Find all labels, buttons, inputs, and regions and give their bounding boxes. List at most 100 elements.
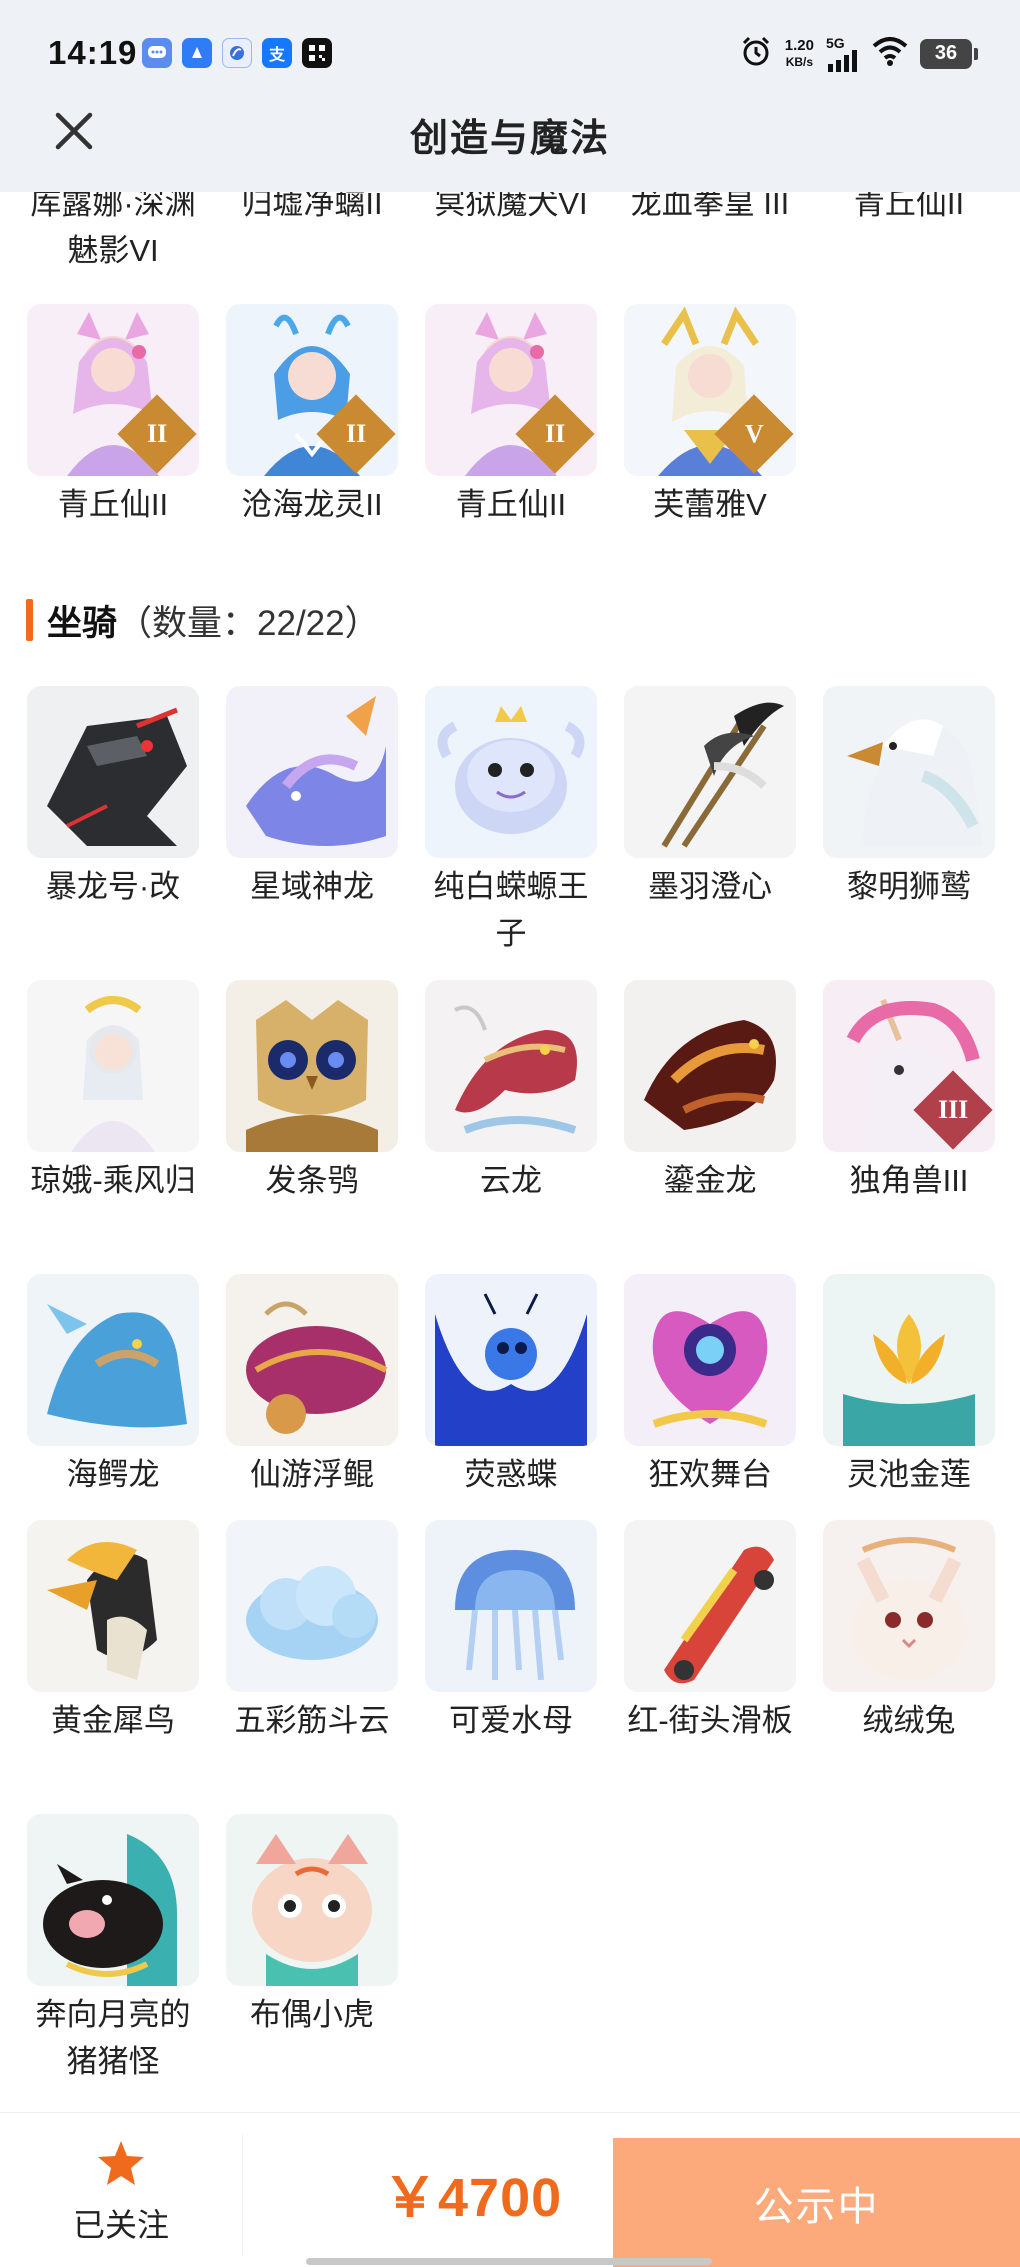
blue-app-icon (182, 38, 212, 68)
item-label: 红-街头滑板 (627, 1703, 793, 1738)
content-scroll[interactable]: 库露娜·深渊魅影VI 归墟净螭II 冥狱魔犬VI 龙血拳皇 III 青丘仙II … (0, 192, 1020, 2112)
mount-item[interactable]: 云龙 (424, 980, 598, 1204)
status-bar: 14:19 支 1.20 KB/s 5G 36 (0, 0, 1020, 110)
mount-image (624, 1520, 796, 1692)
mount-item[interactable]: 黎明狮鹫 (822, 686, 996, 910)
character-item[interactable]: II 青丘仙II (424, 304, 598, 528)
header: 创造与魔法 (0, 95, 1020, 192)
item-label: 纯白蝾螈王子 (433, 869, 589, 951)
mount-item[interactable]: 狂欢舞台 (623, 1274, 797, 1498)
mount-item[interactable]: 绒绒兔 (822, 1520, 996, 1744)
item-label: 鎏金龙 (663, 1163, 757, 1198)
top-bar: 14:19 支 1.20 KB/s 5G 36 创造与魔法 (0, 0, 1020, 192)
mount-image (425, 1274, 597, 1446)
mount-image (226, 686, 398, 858)
list-item[interactable]: 龙血拳皇 III (623, 192, 797, 227)
net-speed-value: 1.20 (784, 36, 814, 54)
status-button[interactable]: 公示中 (613, 2138, 1020, 2267)
follow-label: 已关注 (72, 2207, 169, 2243)
mount-item[interactable]: 可爱水母 (424, 1520, 598, 1744)
mount-item[interactable]: 鎏金龙 (623, 980, 797, 1204)
mount-image (823, 1520, 995, 1692)
network-type: 5G (826, 34, 845, 51)
battery-indicator: 36 (920, 38, 978, 69)
alarm-icon (739, 34, 773, 73)
mount-item[interactable]: 暴龙号·改 (26, 686, 200, 910)
character-image: II (425, 304, 597, 476)
item-label: 墨羽澄心 (648, 869, 772, 904)
character-item[interactable]: V 芙蕾雅V (623, 304, 797, 528)
mount-item[interactable]: 琼娥-乘风归 (26, 980, 200, 1204)
mount-item[interactable]: 仙游浮鲲 (225, 1274, 399, 1498)
item-label: 荧惑蝶 (464, 1457, 558, 1492)
net-speed-unit: KB/s (785, 54, 814, 69)
item-label: 龙血拳皇 III (630, 192, 790, 221)
alipay-icon: 支 (262, 38, 292, 68)
mount-image (624, 1274, 796, 1446)
item-label: 可爱水母 (449, 1703, 573, 1738)
mount-image (624, 980, 796, 1152)
item-label: 芙蕾雅V (653, 487, 767, 522)
mount-item[interactable]: 墨羽澄心 (623, 686, 797, 910)
item-label: 布偶小虎 (250, 1997, 374, 2032)
qr-app-icon (302, 38, 332, 68)
mount-section-title: 坐骑 （数量：22/22） (26, 597, 380, 643)
item-label: 狂欢舞台 (648, 1457, 772, 1492)
mount-item[interactable]: 星域神龙 (225, 686, 399, 910)
mount-item[interactable]: 纯白蝾螈王子 (424, 686, 598, 957)
rank-text: II (544, 419, 566, 448)
list-item[interactable]: 青丘仙II (822, 192, 996, 227)
notification-icons: 支 (142, 38, 332, 68)
page-title: 创造与魔法 (409, 118, 610, 160)
rank-text: V (744, 419, 764, 448)
character-item[interactable]: II 青丘仙II (26, 304, 200, 528)
rank-text: II (146, 419, 168, 448)
item-label: 黄金犀鸟 (51, 1703, 175, 1738)
mount-image (226, 1274, 398, 1446)
mount-item[interactable]: 发条鸮 (225, 980, 399, 1204)
mount-item[interactable]: 黄金犀鸟 (26, 1520, 200, 1744)
mount-image (226, 980, 398, 1152)
item-label: 奔向月亮的猪猪怪 (35, 1997, 191, 2079)
item-label: 沧海龙灵II (241, 487, 383, 522)
follow-button[interactable]: 已关注 (0, 2135, 243, 2255)
list-item[interactable]: 归墟净螭II (225, 192, 399, 227)
mount-image (27, 1814, 199, 1986)
mount-image (27, 980, 199, 1152)
item-label: 灵池金莲 (847, 1457, 971, 1492)
mount-item[interactable]: 灵池金莲 (822, 1274, 996, 1498)
bottom-bar: 已关注 ￥4700 公示中 (0, 2112, 1020, 2267)
mount-item[interactable]: 海鳄龙 (26, 1274, 200, 1498)
message-app-icon (142, 38, 172, 68)
mount-item[interactable]: 红-街头滑板 (623, 1520, 797, 1744)
item-label: 青丘仙II (853, 192, 965, 221)
mount-image (425, 1520, 597, 1692)
mount-item[interactable]: 荧惑蝶 (424, 1274, 598, 1498)
item-label: 五彩筋斗云 (234, 1703, 390, 1738)
mount-image (823, 1274, 995, 1446)
character-item[interactable]: II 沧海龙灵II (225, 304, 399, 528)
status-time: 14:19 (48, 34, 138, 71)
home-indicator[interactable] (306, 2258, 712, 2265)
section-accent-bar (26, 599, 33, 641)
net-speed: 1.20 KB/s (784, 36, 814, 70)
signal-bars-icon (828, 49, 857, 72)
mount-image (425, 686, 597, 858)
item-label: 绒绒兔 (862, 1703, 956, 1738)
mount-item[interactable]: 布偶小虎 (225, 1814, 399, 2038)
mount-item[interactable]: III 独角兽III (822, 980, 996, 1204)
star-icon (98, 2141, 144, 2185)
character-image: II (226, 304, 398, 476)
section-title-text: 坐骑 (47, 603, 118, 643)
item-label: 暴龙号·改 (45, 869, 181, 904)
mount-image (27, 1520, 199, 1692)
list-item[interactable]: 库露娜·深渊魅影VI (26, 192, 200, 274)
wifi-icon (872, 36, 908, 71)
mount-item[interactable]: 五彩筋斗云 (225, 1520, 399, 1744)
item-label: 云龙 (480, 1163, 542, 1198)
mount-item[interactable]: 奔向月亮的猪猪怪 (26, 1814, 200, 2085)
list-item[interactable]: 冥狱魔犬VI (424, 192, 598, 227)
character-image: V (624, 304, 796, 476)
mount-image (27, 686, 199, 858)
browser-app-icon (222, 38, 252, 68)
